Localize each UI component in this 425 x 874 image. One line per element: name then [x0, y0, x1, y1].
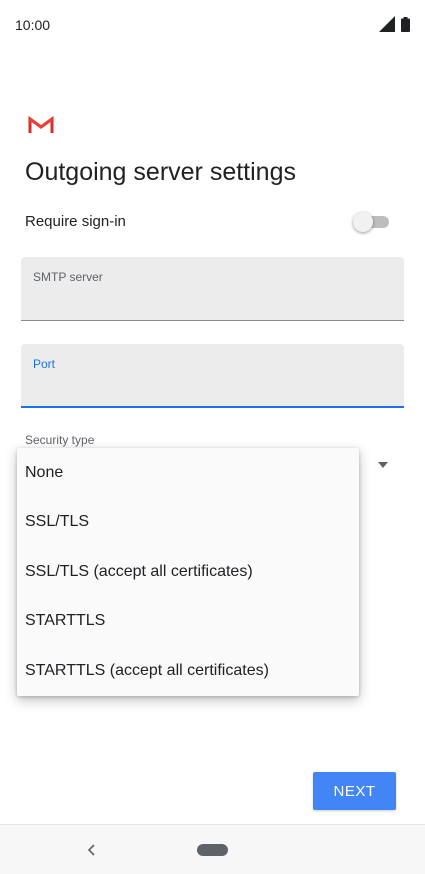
smtp-server-field[interactable]: SMTP server — [21, 257, 404, 321]
toggle-thumb — [353, 212, 373, 232]
screen: 10:00 Outgoing server settings Require s… — [0, 0, 425, 874]
navigation-bar — [0, 824, 425, 874]
security-type-label: Security type — [25, 433, 95, 447]
port-field[interactable]: Port — [21, 344, 404, 408]
home-icon[interactable] — [197, 844, 228, 856]
require-signin-toggle[interactable] — [353, 212, 391, 232]
menu-item-ssl-tls-accept-all[interactable]: SSL/TLS (accept all certificates) — [17, 547, 359, 597]
port-input[interactable] — [33, 376, 393, 398]
battery-icon — [401, 17, 410, 32]
dropdown-arrow-icon[interactable] — [377, 461, 389, 469]
smtp-server-underline — [21, 320, 404, 321]
port-underline — [21, 406, 404, 408]
next-button[interactable]: NEXT — [313, 772, 396, 810]
status-time: 10:00 — [15, 17, 51, 33]
status-bar: 10:00 — [0, 0, 425, 50]
security-type-menu: None SSL/TLS SSL/TLS (accept all certifi… — [17, 448, 359, 696]
menu-item-ssl-tls[interactable]: SSL/TLS — [17, 497, 359, 547]
smtp-server-label: SMTP server — [33, 270, 103, 284]
menu-item-starttls[interactable]: STARTTLS — [17, 596, 359, 646]
menu-item-none[interactable]: None — [17, 448, 359, 498]
port-label: Port — [33, 357, 56, 371]
gmail-logo-icon — [28, 116, 54, 133]
require-signin-row: Require sign-in — [25, 210, 391, 234]
back-icon[interactable] — [86, 842, 98, 858]
page-title: Outgoing server settings — [25, 158, 296, 186]
signal-icon — [379, 16, 395, 32]
require-signin-label: Require sign-in — [25, 213, 126, 230]
status-icons — [379, 16, 411, 32]
smtp-server-input[interactable] — [33, 289, 393, 311]
menu-item-starttls-accept-all[interactable]: STARTTLS (accept all certificates) — [17, 646, 359, 696]
